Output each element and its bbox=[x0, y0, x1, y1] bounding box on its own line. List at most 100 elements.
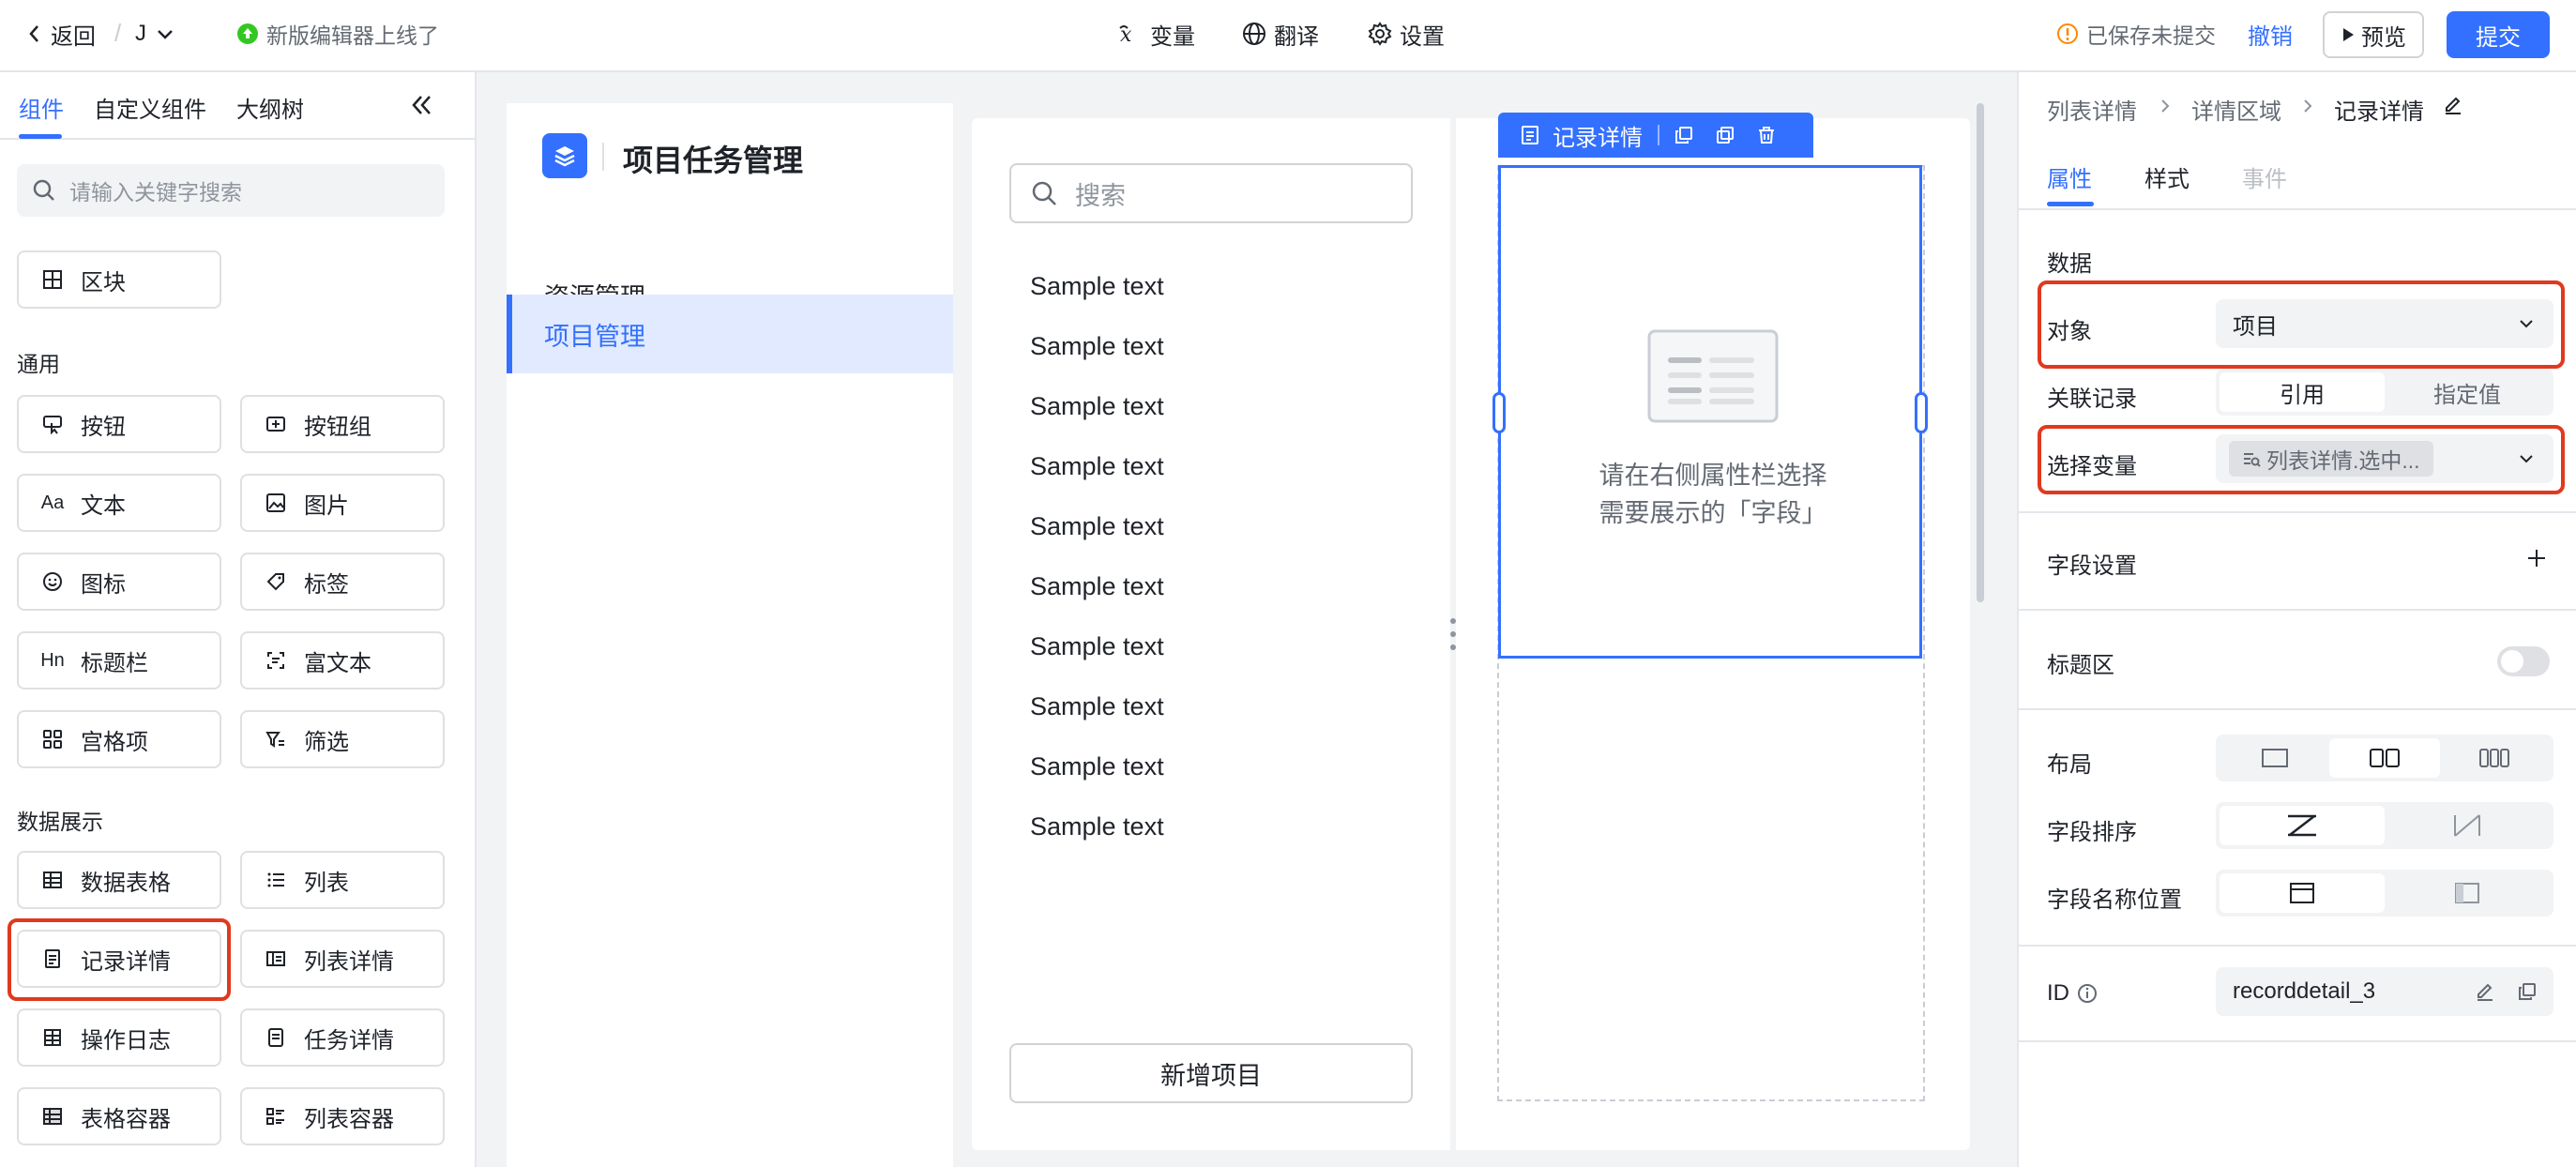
list-search-input[interactable]: 搜索 bbox=[1009, 163, 1413, 223]
data-section-title: 数据 bbox=[2047, 251, 2092, 277]
settings-button[interactable]: 设置 bbox=[1368, 15, 1445, 53]
component-tag[interactable]: 标签 bbox=[240, 553, 445, 611]
text-icon: Aa bbox=[40, 492, 65, 513]
z-order-icon bbox=[2288, 814, 2316, 837]
add-project-button[interactable]: 新增项目 bbox=[1009, 1043, 1413, 1103]
component-title-bar[interactable]: Hn 标题栏 bbox=[17, 631, 221, 690]
copy-icon bbox=[1675, 127, 1692, 144]
delete-button[interactable] bbox=[1757, 126, 1776, 144]
selected-record-detail[interactable]: 请在右侧属性栏选择 需要展示的「字段」 bbox=[1498, 165, 1922, 659]
component-label: 区块 bbox=[81, 269, 126, 296]
copy-button[interactable] bbox=[1674, 126, 1693, 144]
nav-item-project-management[interactable]: 项目管理 bbox=[507, 295, 953, 373]
component-search-input[interactable]: 请输入关键字搜索 bbox=[17, 164, 445, 217]
variables-button[interactable]: x 变量 bbox=[1118, 15, 1195, 53]
trash-icon bbox=[1759, 127, 1774, 144]
field-name-left[interactable] bbox=[2385, 873, 2550, 913]
list-item[interactable]: Sample text bbox=[1030, 512, 1164, 541]
breadcrumb-record-detail: 记录详情 bbox=[2334, 99, 2424, 125]
tab-styles[interactable]: 样式 bbox=[2144, 160, 2190, 193]
related-option-reference[interactable]: 引用 bbox=[2220, 372, 2385, 412]
new-editor-notice[interactable]: 新版编辑器上线了 bbox=[236, 15, 439, 53]
component-table-container[interactable]: 表格容器 bbox=[17, 1087, 221, 1145]
undo-button[interactable]: 撤销 bbox=[2248, 15, 2293, 53]
component-block[interactable]: 区块 bbox=[17, 250, 221, 309]
tab-properties[interactable]: 属性 bbox=[2047, 160, 2092, 193]
component-list[interactable]: 列表 bbox=[240, 851, 445, 909]
resize-handle-right[interactable] bbox=[1915, 392, 1928, 433]
component-text[interactable]: Aa 文本 bbox=[17, 474, 221, 532]
preview-button[interactable]: 预览 bbox=[2323, 11, 2424, 58]
layout-one-column[interactable] bbox=[2220, 738, 2329, 778]
tab-custom-components[interactable]: 自定义组件 bbox=[94, 91, 206, 124]
list-item[interactable]: Sample text bbox=[1030, 572, 1164, 601]
field-order-horizontal[interactable] bbox=[2220, 806, 2385, 845]
list-item[interactable]: Sample text bbox=[1030, 752, 1164, 781]
component-list-detail[interactable]: 列表详情 bbox=[240, 930, 445, 988]
canvas-scrollbar[interactable] bbox=[1977, 103, 1984, 602]
warning-icon bbox=[2057, 23, 2078, 44]
tab-events[interactable]: 事件 bbox=[2242, 160, 2287, 193]
list-item[interactable]: Sample text bbox=[1030, 392, 1164, 421]
submit-button[interactable]: 提交 bbox=[2447, 11, 2550, 58]
back-button[interactable]: 返回 bbox=[26, 15, 96, 53]
component-label: 列表详情 bbox=[304, 948, 394, 975]
breadcrumb-detail-area[interactable]: 详情区域 bbox=[2191, 93, 2281, 126]
list-item[interactable]: Sample text bbox=[1030, 332, 1164, 361]
component-data-table[interactable]: 数据表格 bbox=[17, 851, 221, 909]
component-icon[interactable]: 图标 bbox=[17, 553, 221, 611]
divider bbox=[2019, 945, 2576, 947]
list-detail-icon bbox=[265, 947, 287, 970]
breadcrumb-list-detail[interactable]: 列表详情 bbox=[2047, 93, 2137, 126]
plus-icon[interactable] bbox=[2525, 547, 2548, 569]
layout-three-column[interactable] bbox=[2440, 738, 2550, 778]
component-label: 操作日志 bbox=[81, 1027, 171, 1053]
collapse-panel-button[interactable] bbox=[407, 91, 435, 119]
label-top-icon bbox=[2290, 883, 2314, 903]
component-label: 按钮组 bbox=[304, 414, 371, 440]
list-item[interactable]: Sample text bbox=[1030, 632, 1164, 661]
save-status-text: 已保存未提交 bbox=[2086, 23, 2216, 48]
list-item[interactable]: Sample text bbox=[1030, 452, 1164, 481]
component-rich-text[interactable]: 富文本 bbox=[240, 631, 445, 690]
duplicate-button[interactable] bbox=[1716, 126, 1735, 144]
translate-button[interactable]: 翻译 bbox=[1242, 15, 1319, 53]
field-order-vertical[interactable] bbox=[2385, 806, 2550, 845]
related-option-specified[interactable]: 指定值 bbox=[2385, 372, 2550, 412]
tab-outline-tree[interactable]: 大纲树 bbox=[236, 91, 304, 124]
field-name-top[interactable] bbox=[2220, 873, 2385, 913]
component-image[interactable]: 图片 bbox=[240, 474, 445, 532]
globe-icon bbox=[1243, 23, 1265, 45]
smile-icon bbox=[41, 570, 64, 593]
top-bar: 返回 / J 新版编辑器上线了 x 变量 翻译 设置 已保存未提交 撤销 预览 … bbox=[0, 0, 2576, 72]
component-grid-item[interactable]: 宫格项 bbox=[17, 710, 221, 768]
edit-icon[interactable] bbox=[2443, 95, 2463, 115]
settings-label: 设置 bbox=[1400, 23, 1445, 50]
divider bbox=[2019, 511, 2576, 513]
search-placeholder: 请输入关键字搜索 bbox=[69, 180, 242, 205]
component-task-detail[interactable]: 任务详情 bbox=[240, 1008, 445, 1067]
list-item[interactable]: Sample text bbox=[1030, 692, 1164, 721]
grid-item-icon bbox=[41, 728, 64, 750]
list-item[interactable]: Sample text bbox=[1030, 272, 1164, 301]
tab-components[interactable]: 组件 bbox=[19, 91, 64, 124]
variables-label: 变量 bbox=[1150, 23, 1195, 50]
label-left-icon bbox=[2455, 883, 2479, 903]
layers-icon bbox=[554, 146, 575, 167]
component-button[interactable]: 按钮 bbox=[17, 395, 221, 453]
id-field[interactable]: recorddetail_3 bbox=[2216, 967, 2553, 1016]
resize-handle-left[interactable] bbox=[1493, 392, 1506, 433]
list-item[interactable]: Sample text bbox=[1030, 812, 1164, 841]
app-switcher[interactable]: J bbox=[135, 15, 184, 53]
component-label: 图片 bbox=[304, 493, 349, 519]
layout-two-column[interactable] bbox=[2329, 738, 2440, 778]
component-list-container[interactable]: 列表容器 bbox=[240, 1087, 445, 1145]
edit-icon[interactable] bbox=[2475, 981, 2495, 1002]
info-icon[interactable] bbox=[2077, 983, 2098, 1004]
component-filter[interactable]: 筛选 bbox=[240, 710, 445, 768]
component-operation-log[interactable]: 操作日志 bbox=[17, 1008, 221, 1067]
copy-icon[interactable] bbox=[2518, 982, 2537, 1001]
app-navigation: 项目任务管理 资源管理 项目管理 bbox=[507, 103, 953, 1167]
component-button-group[interactable]: 按钮组 bbox=[240, 395, 445, 453]
title-area-toggle[interactable] bbox=[2497, 646, 2550, 676]
